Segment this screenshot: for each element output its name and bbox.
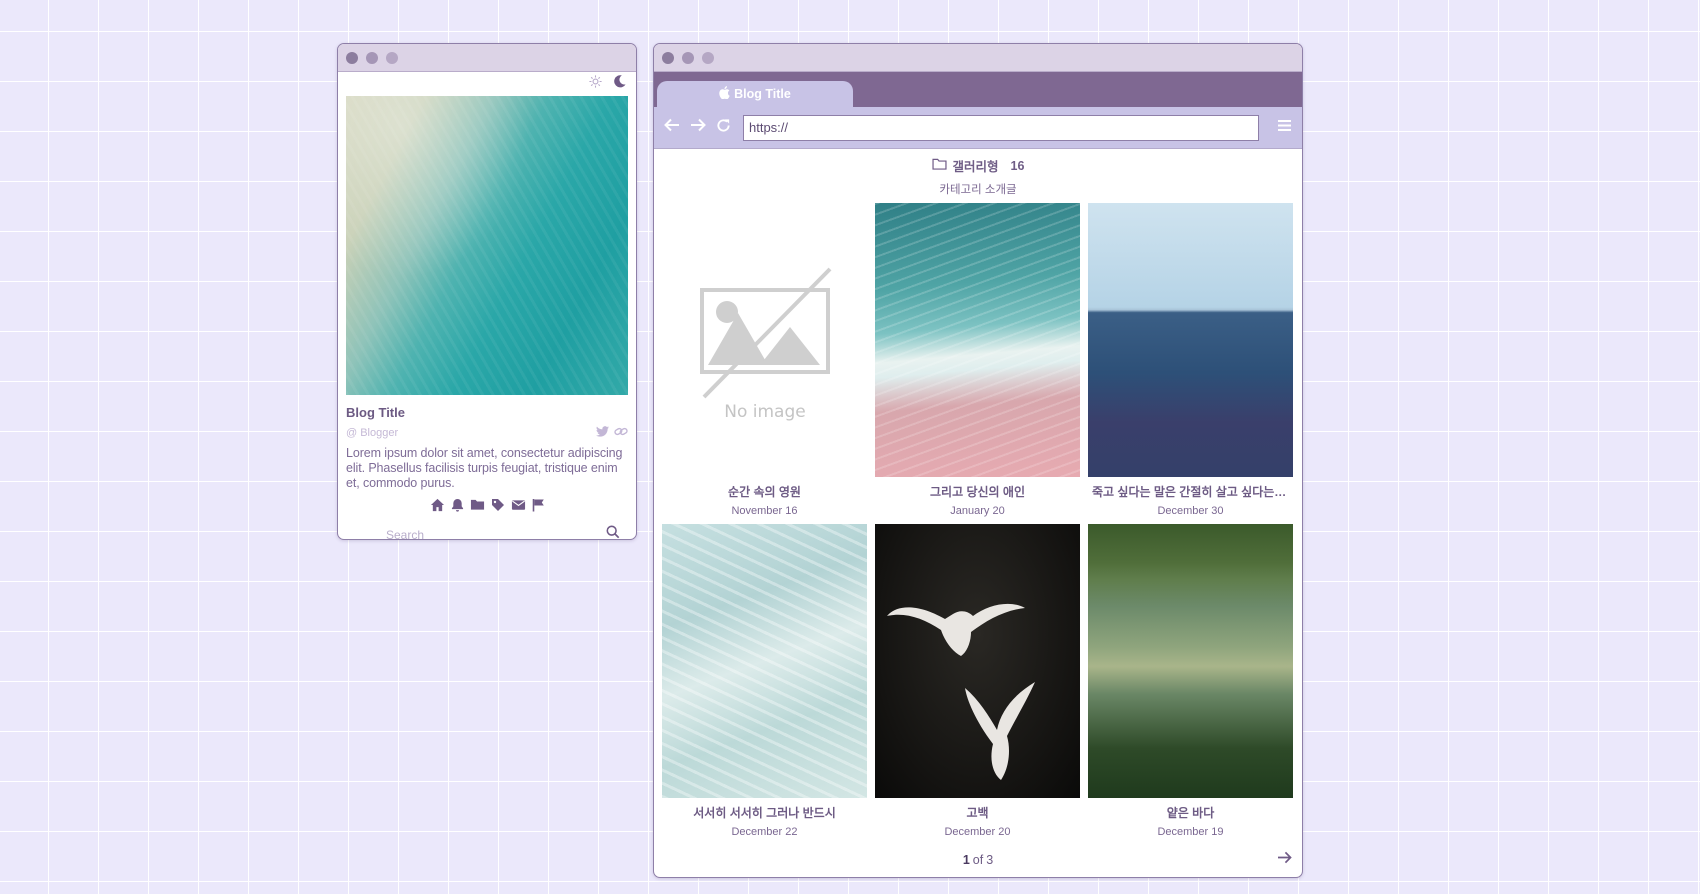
window-minimize-dot[interactable] [366,51,378,64]
post-title[interactable]: 순간 속의 영원 [662,483,867,500]
post-date: December 22 [731,826,798,838]
window-close-dot[interactable] [662,51,674,64]
blogger-name: @ Blogger [346,427,399,439]
blog-nav-icons [338,498,636,517]
pagination: 1 of 3 [654,843,1302,877]
window-titlebar [338,44,636,72]
blog-profile-window: Blog Title @ Blogger Lorem ipsum dolor s… [337,43,637,540]
post-thumbnail[interactable] [1088,203,1293,477]
category-count: 16 [1010,158,1025,173]
window-zoom-dot[interactable] [386,51,398,64]
post-date: January 20 [950,505,1005,517]
tab-strip: Blog Title [654,72,1302,107]
apple-icon [719,86,730,102]
blogger-row: @ Blogger [346,426,628,440]
back-arrow-icon[interactable] [664,118,680,137]
post-gallery: No image 순간 속의 영원 November 16 그리고 당신의 애인… [662,203,1295,838]
moon-icon[interactable] [612,74,627,94]
post-title[interactable]: 그리고 당신의 애인 [875,483,1080,500]
post-thumbnail[interactable] [875,524,1080,798]
flag-icon[interactable] [532,498,545,517]
no-image-icon: No image [699,267,831,422]
post-card[interactable]: 그리고 당신의 애인 January 20 [875,203,1080,517]
post-card[interactable]: 서서히 서서히 그러나 반드시 December 22 [662,524,867,838]
browser-tab[interactable]: Blog Title [657,81,853,107]
window-titlebar [654,44,1302,72]
no-image-placeholder: No image [662,203,867,477]
browser-toolbar [654,107,1302,149]
post-title[interactable]: 얕은 바다 [1088,804,1293,821]
category-header: 갤러리형 16 [654,156,1302,175]
mail-icon[interactable] [511,498,526,517]
tag-icon[interactable] [491,498,505,517]
post-card[interactable]: 고백 December 20 [875,524,1080,838]
no-image-label: No image [724,402,805,422]
search-row [346,525,628,539]
theme-toggle-row [338,72,636,96]
post-date: November 16 [731,505,798,517]
folder-icon[interactable] [470,498,485,517]
window-close-dot[interactable] [346,51,358,64]
tab-title: Blog Title [734,87,791,101]
url-bar[interactable] [743,114,1259,141]
browser-window: Blog Title 갤러리형 16 카테고리 소개글 No image [653,43,1303,878]
forward-arrow-icon[interactable] [690,118,706,137]
sun-icon[interactable] [589,75,602,93]
category-name[interactable]: 갤러리형 [953,156,999,175]
twitter-icon[interactable] [596,426,609,440]
search-input[interactable] [386,527,566,539]
post-card[interactable]: 얕은 바다 December 19 [1088,524,1293,838]
blog-title[interactable]: Blog Title [346,405,628,420]
folder-outline-icon [931,158,947,173]
post-thumbnail[interactable] [662,524,867,798]
blog-description: Lorem ipsum dolor sit amet, consectetur … [346,446,623,490]
post-date: December 30 [1157,505,1224,517]
category-description: 카테고리 소개글 [939,184,1017,196]
post-card[interactable]: No image 순간 속의 영원 November 16 [662,203,867,517]
search-icon[interactable] [606,525,620,539]
post-date: December 20 [944,826,1011,838]
post-date: December 19 [1157,826,1224,838]
profile-hero-image [346,96,628,395]
post-title[interactable]: 고백 [875,804,1080,821]
bell-icon[interactable] [451,498,464,517]
post-title[interactable]: 죽고 싶다는 말은 간절히 살고 싶다는 말이다 [1088,483,1293,500]
post-card[interactable]: 죽고 싶다는 말은 간절히 살고 싶다는 말이다 December 30 [1088,203,1293,517]
reload-icon[interactable] [716,118,731,138]
pager-of: of [972,853,984,867]
post-thumbnail[interactable] [875,203,1080,477]
window-zoom-dot[interactable] [702,51,714,64]
post-title[interactable]: 서서히 서서히 그러나 반드시 [662,804,867,821]
window-minimize-dot[interactable] [682,51,694,64]
social-links [596,426,628,440]
hamburger-menu-icon[interactable] [1277,119,1292,137]
post-thumbnail[interactable] [1088,524,1293,798]
next-page-arrow-icon[interactable] [1277,851,1292,867]
link-icon[interactable] [614,426,628,440]
pager-current: 1 [962,853,970,867]
doves-illustration [887,603,1035,780]
home-icon[interactable] [430,498,445,517]
pager-total: 3 [986,853,994,867]
